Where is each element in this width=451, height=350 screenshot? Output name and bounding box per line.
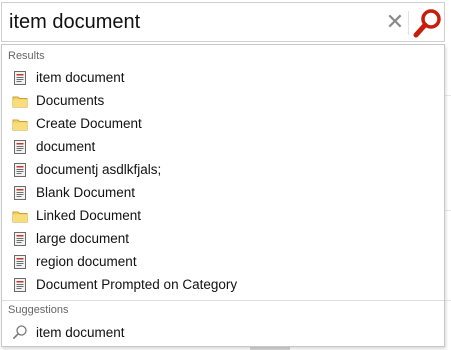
section-divider <box>2 300 444 301</box>
magnifier-icon <box>413 9 441 38</box>
suggestion-item[interactable]: item document <box>2 321 451 343</box>
result-label: document <box>36 139 96 154</box>
folder-icon <box>12 211 28 222</box>
search-divider <box>408 11 409 35</box>
result-label: large document <box>36 231 130 246</box>
document-icon <box>14 70 26 85</box>
results-list: item document Documents Create Document … <box>2 66 444 296</box>
result-label: Document Prompted on Category <box>36 277 238 292</box>
search-input[interactable] <box>9 9 369 35</box>
result-item[interactable]: Create Document <box>2 112 444 135</box>
search-box: ✕ <box>1 2 445 42</box>
result-item[interactable]: Linked Document <box>2 204 444 227</box>
result-item[interactable]: large document <box>2 227 444 250</box>
folder-icon <box>12 96 28 107</box>
result-label: Create Document <box>36 116 142 131</box>
result-label: Linked Document <box>36 208 142 223</box>
result-label: documentj asdlkfjals; <box>36 162 162 177</box>
result-label: item document <box>36 70 125 85</box>
result-item[interactable]: document <box>2 135 444 158</box>
background-divider <box>445 210 451 211</box>
search-button[interactable] <box>412 7 444 39</box>
close-icon: ✕ <box>385 9 405 34</box>
result-label: region document <box>36 254 137 269</box>
search-icon <box>12 325 27 339</box>
result-item[interactable]: region document <box>2 250 444 273</box>
background-divider <box>445 300 451 301</box>
search-results-dropdown: Results item document Documents Create D… <box>1 44 445 347</box>
result-label: Documents <box>36 93 105 108</box>
suggestions-header: Suggestions <box>8 304 69 316</box>
result-label: Blank Document <box>36 185 136 200</box>
document-icon <box>14 185 26 200</box>
suggestion-label: item document <box>36 324 125 340</box>
result-item[interactable]: Documents <box>2 89 444 112</box>
document-icon <box>14 254 26 269</box>
document-icon <box>14 139 26 154</box>
result-item[interactable]: Blank Document <box>2 181 444 204</box>
clear-search-button[interactable]: ✕ <box>384 11 406 33</box>
background-divider <box>445 95 451 96</box>
result-item[interactable]: Document Prompted on Category <box>2 273 444 296</box>
folder-icon <box>12 119 28 130</box>
result-item[interactable]: documentj asdlkfjals; <box>2 158 444 181</box>
document-icon <box>14 277 26 292</box>
result-item[interactable]: item document <box>2 66 444 89</box>
document-icon <box>14 231 26 246</box>
document-icon <box>14 162 26 177</box>
results-header: Results <box>8 50 45 62</box>
